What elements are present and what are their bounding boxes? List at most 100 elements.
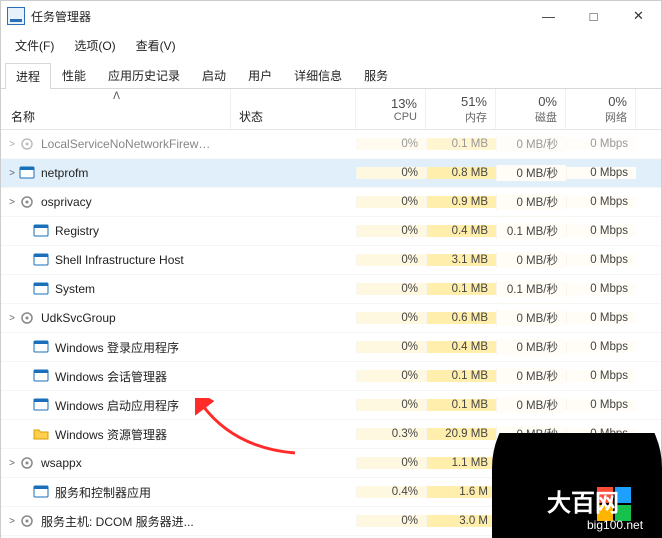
process-cpu-cell: 0% xyxy=(356,196,426,208)
process-row[interactable]: >wsappx0%1.1 MB xyxy=(1,449,661,478)
process-memory-cell: 0.6 MB xyxy=(426,312,496,324)
process-name: 服务和控制器应用 xyxy=(55,484,151,501)
process-network-cell: 0 Mbps xyxy=(566,196,636,208)
process-name: 服务主机: DCOM 服务器进... xyxy=(41,513,194,530)
process-name-cell[interactable]: Windows 登录应用程序 xyxy=(1,339,231,356)
maximize-button[interactable]: □ xyxy=(571,1,616,31)
service-icon xyxy=(33,223,49,239)
process-name-cell[interactable]: Shell Infrastructure Host xyxy=(1,252,231,268)
tab-details[interactable]: 详细信息 xyxy=(283,62,353,88)
process-network-cell: 0 Mbps xyxy=(566,428,636,440)
service-icon xyxy=(33,368,49,384)
process-name: netprofm xyxy=(41,166,88,180)
menu-view[interactable]: 查看(V) xyxy=(132,35,180,56)
process-cpu-cell: 0% xyxy=(356,399,426,411)
header-name[interactable]: ᐱ 名称 xyxy=(1,89,231,129)
process-disk-cell: 0 MB/秒 xyxy=(496,252,566,268)
header-network[interactable]: 0% 网络 xyxy=(566,89,636,129)
menu-options[interactable]: 选项(O) xyxy=(70,35,119,56)
process-row[interactable]: System0%0.1 MB0.1 MB/秒0 Mbps xyxy=(1,275,661,304)
process-network-cell: 0 Mbps xyxy=(566,312,636,324)
expand-icon[interactable]: > xyxy=(5,458,19,469)
titlebar[interactable]: 任务管理器 — □ ✕ xyxy=(1,1,661,31)
tab-performance[interactable]: 性能 xyxy=(51,62,97,88)
process-name-cell[interactable]: 服务和控制器应用 xyxy=(1,484,231,501)
expand-icon[interactable]: > xyxy=(5,139,19,150)
process-cpu-cell: 0% xyxy=(356,254,426,266)
process-row[interactable]: >netprofm0%0.8 MB0 MB/秒0 Mbps xyxy=(1,159,661,188)
tabs: 进程 性能 应用历史记录 启动 用户 详细信息 服务 xyxy=(1,62,661,89)
process-row[interactable]: Windows 启动应用程序0%0.1 MB0 MB/秒0 Mbps xyxy=(1,391,661,420)
process-name-cell[interactable]: >osprivacy xyxy=(1,194,231,210)
process-disk-cell: 0 MB/秒 xyxy=(496,310,566,326)
tab-processes[interactable]: 进程 xyxy=(5,63,51,89)
process-name-cell[interactable]: System xyxy=(1,281,231,297)
process-cpu-cell: 0% xyxy=(356,370,426,382)
expand-icon[interactable]: > xyxy=(5,516,19,527)
expand-icon[interactable]: > xyxy=(5,197,19,208)
process-row[interactable]: 服务和控制器应用0.4%1.6 M xyxy=(1,478,661,507)
service-icon xyxy=(33,339,49,355)
sort-asc-icon: ᐱ xyxy=(11,91,222,102)
process-name: Windows 会话管理器 xyxy=(55,368,167,385)
process-memory-cell: 0.1 MB xyxy=(426,283,496,295)
tab-history[interactable]: 应用历史记录 xyxy=(97,62,191,88)
process-memory-cell: 0.9 MB xyxy=(426,196,496,208)
gear-icon xyxy=(19,194,35,210)
process-memory-cell: 3.1 MB xyxy=(426,254,496,266)
process-cpu-cell: 0% xyxy=(356,515,426,527)
process-name-cell[interactable]: Windows 会话管理器 xyxy=(1,368,231,385)
process-row[interactable]: >UdkSvcGroup 0%0.6 MB0 MB/秒0 Mbps xyxy=(1,304,661,333)
expand-icon[interactable]: > xyxy=(5,168,19,179)
process-disk-cell: 0 MB/秒 xyxy=(496,136,566,152)
process-row[interactable]: Windows 登录应用程序0%0.4 MB0 MB/秒0 Mbps xyxy=(1,333,661,362)
folder-icon xyxy=(33,426,49,442)
minimize-button[interactable]: — xyxy=(526,1,571,31)
process-row[interactable]: >服务主机: DCOM 服务器进...0%3.0 M xyxy=(1,507,661,536)
process-name: Windows 启动应用程序 xyxy=(55,397,179,414)
process-name-cell[interactable]: >UdkSvcGroup xyxy=(1,310,231,326)
process-memory-cell: 0.1 MB xyxy=(426,370,496,382)
process-name: Windows 资源管理器 xyxy=(55,426,167,443)
header-memory[interactable]: 51% 内存 xyxy=(426,89,496,129)
tab-startup[interactable]: 启动 xyxy=(191,62,237,88)
process-row[interactable]: >LocalServiceNoNetworkFirew…0%0.1 MB0 MB… xyxy=(1,130,661,159)
header-cpu[interactable]: 13% CPU xyxy=(356,89,426,129)
gear-icon xyxy=(19,513,35,529)
process-name-cell[interactable]: > 服务主机: DCOM 服务器进... xyxy=(1,513,231,530)
process-name-cell[interactable]: Registry xyxy=(1,223,231,239)
tab-services[interactable]: 服务 xyxy=(353,62,399,88)
process-row[interactable]: Shell Infrastructure Host 0%3.1 MB0 MB/秒0… xyxy=(1,246,661,275)
process-network-cell: 0 Mbps xyxy=(566,283,636,295)
process-name-cell[interactable]: > netprofm xyxy=(1,165,231,181)
process-row[interactable]: Registry0%0.4 MB0.1 MB/秒0 Mbps xyxy=(1,217,661,246)
process-memory-cell: 0.1 MB xyxy=(426,138,496,150)
menu-file[interactable]: 文件(F) xyxy=(11,35,58,56)
process-name-cell[interactable]: >LocalServiceNoNetworkFirew… xyxy=(1,136,231,152)
process-name-cell[interactable]: Windows 资源管理器 xyxy=(1,426,231,443)
header-status[interactable]: 状态 xyxy=(231,89,356,129)
process-disk-cell: 0 MB/秒 xyxy=(496,397,566,413)
process-row[interactable]: Windows 资源管理器0.3%20.9 MB0 MB/秒0 Mbps xyxy=(1,420,661,449)
process-name: Shell Infrastructure Host xyxy=(55,253,184,267)
process-network-cell: 0 Mbps xyxy=(566,254,636,266)
expand-icon[interactable]: > xyxy=(5,313,19,324)
process-memory-cell: 0.8 MB xyxy=(426,167,496,179)
process-memory-cell: 0.4 MB xyxy=(426,225,496,237)
process-name-cell[interactable]: Windows 启动应用程序 xyxy=(1,397,231,414)
process-memory-cell: 20.9 MB xyxy=(426,428,496,440)
process-cpu-cell: 0% xyxy=(356,312,426,324)
process-row[interactable]: >osprivacy0%0.9 MB0 MB/秒0 Mbps xyxy=(1,188,661,217)
tab-users[interactable]: 用户 xyxy=(237,62,283,88)
close-button[interactable]: ✕ xyxy=(616,1,661,31)
process-name-cell[interactable]: > wsappx xyxy=(1,455,231,471)
header-disk[interactable]: 0% 磁盘 xyxy=(496,89,566,129)
process-cpu-cell: 0% xyxy=(356,283,426,295)
process-rows: >LocalServiceNoNetworkFirew…0%0.1 MB0 MB… xyxy=(1,130,661,538)
process-memory-cell: 1.1 MB xyxy=(426,457,496,469)
service-icon xyxy=(19,165,35,181)
process-name: wsappx xyxy=(41,456,82,470)
process-row[interactable]: Windows 会话管理器0%0.1 MB0 MB/秒0 Mbps xyxy=(1,362,661,391)
process-disk-cell: 0 MB/秒 xyxy=(496,339,566,355)
window-title: 任务管理器 xyxy=(31,8,526,25)
